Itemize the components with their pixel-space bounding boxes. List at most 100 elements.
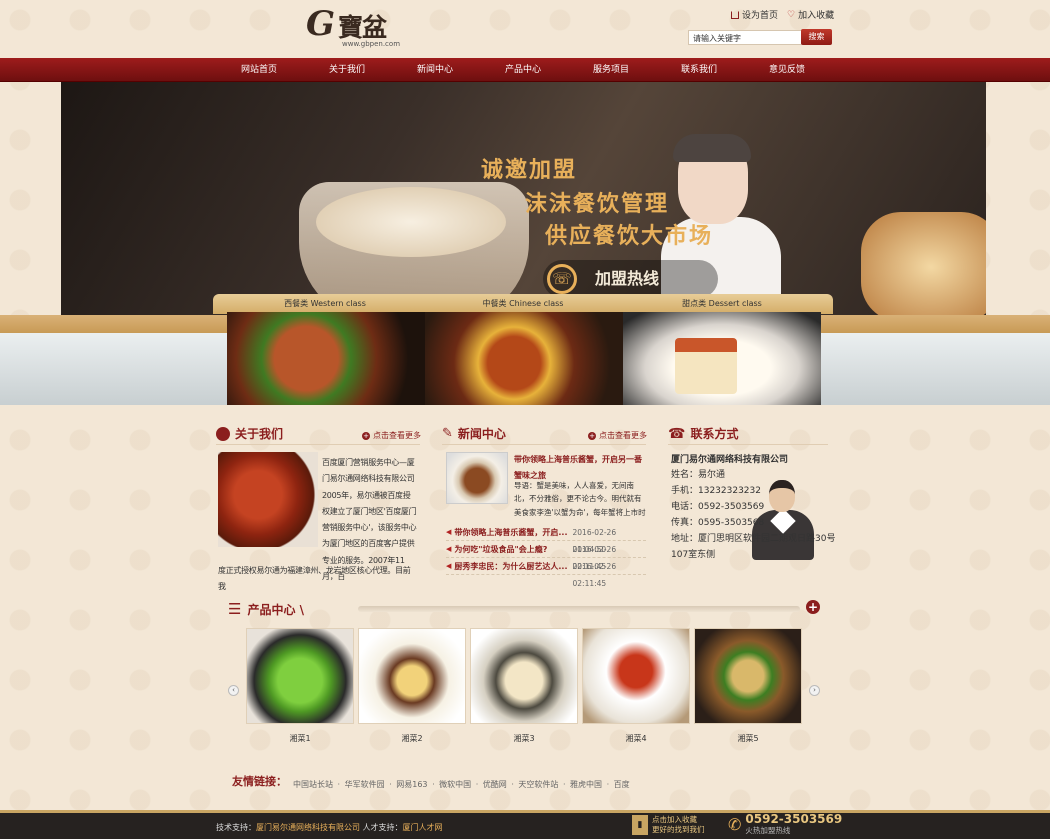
tech-label: 技术支持：	[216, 823, 256, 832]
about-image[interactable]	[218, 452, 318, 547]
contact-fax: 传真：0595-3503568	[671, 518, 765, 528]
news-title: 新闻中心	[457, 427, 506, 441]
news-item-date: 2016-02-26 02:11:45	[572, 562, 617, 588]
nav-feedback[interactable]: 意见反馈	[757, 58, 817, 82]
add-favorite-link[interactable]: ♡ 加入收藏	[787, 8, 834, 22]
category-tabs: 西餐类 Western class 中餐类 Chinese class 甜点类 …	[213, 294, 833, 314]
logo-name: 寶盆	[338, 13, 387, 42]
contact-title: 联系方式	[690, 427, 739, 441]
western-food-image[interactable]	[227, 312, 425, 405]
dessert-food-image[interactable]	[623, 312, 821, 405]
heart-icon: ♡	[787, 9, 796, 20]
agent-head	[769, 480, 795, 512]
site-logo[interactable]: G 寶盆 www.gbpen.com	[306, 4, 401, 50]
news-item[interactable]: ◀ 厨秀李忠民：为什么厨艺达人... 2016-02-26 02:11:45	[446, 558, 646, 588]
product-image[interactable]	[358, 628, 466, 724]
news-item[interactable]: ◀ 带你领略上海普乐酱蟹，开启... 2016-02-26 01:04:50	[446, 524, 646, 554]
logo-mark: G	[306, 4, 336, 44]
news-item-date: 2016-02-26 01:04:50	[572, 528, 617, 554]
tab-chinese[interactable]: 中餐类 Chinese class	[423, 294, 623, 314]
about-more-link[interactable]: + 点击查看更多	[362, 430, 421, 441]
product-name[interactable]: 湘菜3	[470, 733, 578, 744]
product-name[interactable]: 湘菜4	[582, 733, 690, 744]
about-more-label: 点击查看更多	[373, 431, 421, 440]
dessert-cream-image	[316, 187, 506, 257]
megaphone-icon: ◀	[446, 528, 452, 536]
nav-products[interactable]: 产品中心	[493, 58, 553, 82]
user-icon	[216, 426, 230, 441]
news-featured-summary: 导语：蟹是美味，人人喜爱，无间南北，不分雅俗，更不论古今。明代就有美食家李渔'以…	[514, 481, 646, 517]
contact-company: 厦门易尔通网络科技有限公司	[671, 455, 789, 465]
news-divider	[442, 444, 646, 445]
products-heading: ☰ 产品中心 \	[228, 600, 304, 618]
friend-links-list[interactable]: 中国站长站 · 华军软件园 · 网易163 · 微软中国 · 优酷网 · 天空软…	[293, 779, 630, 790]
contact-divider	[668, 444, 828, 445]
bookmark-line2: 更好的找到我们	[652, 825, 705, 834]
home-icon	[731, 10, 739, 19]
stack-icon: ☰	[228, 600, 242, 618]
nav-home[interactable]: 网站首页	[229, 58, 289, 82]
megaphone-icon: ◀	[446, 562, 452, 570]
contact-heading: ☎ 联系方式	[668, 425, 738, 442]
contact-mobile: 手机：13232323232	[671, 486, 761, 496]
search-input[interactable]: 请输入关键字	[688, 30, 802, 45]
plus-icon: +	[362, 431, 370, 440]
news-more-link[interactable]: + 点击查看更多	[588, 430, 647, 441]
tech-company-link[interactable]: 厦门易尔通网络科技有限公司	[256, 823, 360, 832]
set-home-label: 设为首页	[742, 11, 779, 21]
set-home-link[interactable]: 设为首页	[731, 8, 778, 21]
hero-banner[interactable]: 诚邀加盟 沫沫餐饮管理 供应餐饮大市场 加盟热线 ☏	[61, 82, 986, 315]
phone-icon: ☏	[547, 264, 577, 294]
contact-address: 地址：厦门思明区软件园二期观日路30号	[671, 534, 836, 544]
hotline-label: 火热加盟热线	[745, 826, 791, 835]
about-title: 关于我们	[235, 427, 284, 441]
products-divider-bar	[358, 606, 800, 612]
product-name[interactable]: 湘菜5	[694, 733, 802, 744]
products-more-plus-icon[interactable]: +	[806, 600, 820, 614]
tab-dessert[interactable]: 甜点类 Dessert class	[622, 294, 822, 314]
about-divider	[216, 444, 420, 445]
footer-hotline: ✆ 0592-3503569 火热加盟热线	[728, 812, 842, 836]
news-item-title[interactable]: 为何吃"垃圾食品"会上瘾?	[454, 541, 572, 557]
nav-services[interactable]: 服务项目	[581, 58, 641, 82]
footer-bookmark[interactable]: ▮ 点击加入收藏 更好的找到我们	[632, 812, 720, 838]
tab-western[interactable]: 西餐类 Western class	[225, 294, 425, 314]
phone-icon: ✆	[728, 814, 742, 834]
product-image[interactable]	[246, 628, 354, 724]
bread-image	[861, 212, 986, 315]
product-name[interactable]: 湘菜1	[246, 733, 354, 744]
talent-link[interactable]: 厦门人才网	[403, 823, 443, 832]
footer-tech-support: 技术支持：厦门易尔通网络科技有限公司 人才支持：厦门人才网	[216, 822, 443, 833]
news-item[interactable]: ◀ 为何吃"垃圾食品"会上瘾? 2016-02-26 02:11:45	[446, 541, 646, 571]
carousel-next-arrow[interactable]: ›	[809, 685, 820, 696]
main-nav: 网站首页 关于我们 新闻中心 产品中心 服务项目 联系我们 意见反馈	[0, 58, 1050, 82]
hotline-number: 0592-3503569	[745, 812, 843, 826]
carousel-prev-arrow[interactable]: ‹	[228, 685, 239, 696]
product-image[interactable]	[470, 628, 578, 724]
products-title: 产品中心 \	[247, 602, 305, 617]
nav-news[interactable]: 新闻中心	[405, 58, 465, 82]
edit-icon: ✎	[442, 426, 453, 441]
footer	[0, 810, 1050, 839]
nav-contact[interactable]: 联系我们	[669, 58, 729, 82]
plus-icon: +	[588, 431, 596, 440]
talent-label: 人才支持：	[362, 823, 403, 832]
megaphone-icon: ◀	[446, 545, 452, 553]
product-image[interactable]	[694, 628, 802, 724]
news-more-label: 点击查看更多	[599, 431, 647, 440]
contact-phone: 电话：0592-3503569	[671, 502, 765, 512]
about-text-bottom: 度正式授权易尔通为福建漳州、龙岩地区核心代理。目前我	[218, 566, 411, 591]
product-name[interactable]: 湘菜2	[358, 733, 466, 744]
news-featured-image[interactable]	[446, 452, 508, 504]
telephone-icon: ☎	[668, 425, 686, 442]
logo-url: www.gbpen.com	[342, 40, 401, 48]
banner-line3: 供应餐饮大市场	[545, 224, 714, 249]
news-item-title[interactable]: 厨秀李忠民：为什么厨艺达人...	[454, 558, 572, 574]
nav-about[interactable]: 关于我们	[317, 58, 377, 82]
news-item-title[interactable]: 带你领略上海普乐酱蟹，开启...	[454, 524, 572, 540]
bookmark-icon: ▮	[632, 815, 648, 835]
chinese-food-image[interactable]	[425, 312, 623, 405]
product-image[interactable]	[582, 628, 690, 724]
search-button[interactable]: 搜索	[801, 29, 832, 45]
banner-line2: 沫沫餐饮管理	[525, 192, 670, 217]
